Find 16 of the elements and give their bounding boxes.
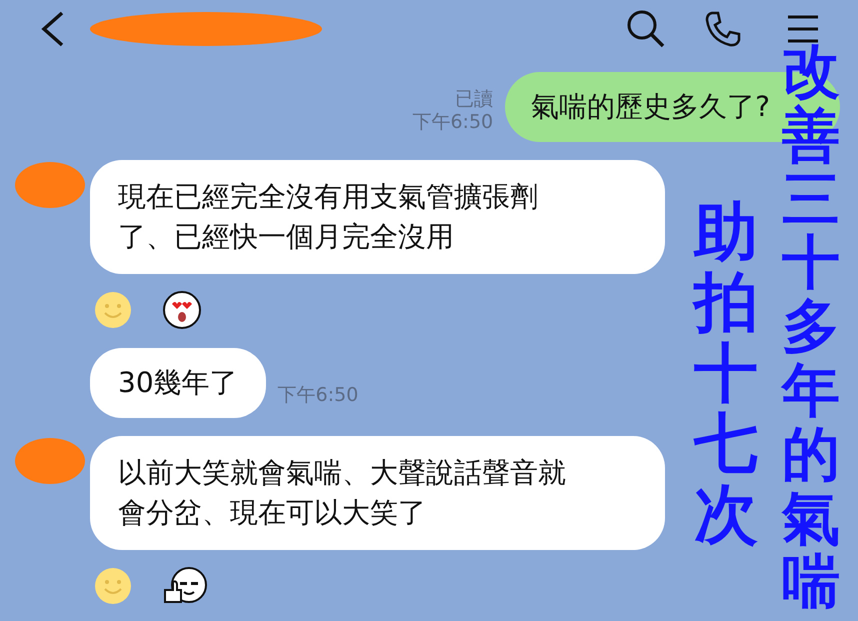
- phone-icon[interactable]: [704, 10, 742, 48]
- message-text: 30幾年了: [118, 365, 238, 401]
- message-text: 了、已經快一個月完全沒用: [118, 219, 454, 255]
- search-icon[interactable]: [626, 9, 666, 49]
- message-time: 下午6:50: [278, 384, 358, 406]
- overlay-caption: 助拍十七次: [694, 198, 758, 550]
- thumbs-up-face-icon: [162, 566, 208, 606]
- overlay-caption: 改善三十多年的氣喘: [782, 40, 840, 614]
- heart-eyes-face-icon: [162, 290, 202, 330]
- message-text: 會分岔、現在可以大笑了: [118, 495, 426, 531]
- menu-icon[interactable]: [788, 14, 818, 44]
- read-receipt: 已讀: [455, 90, 494, 109]
- back-icon[interactable]: [40, 11, 66, 47]
- message-time: 下午6:50: [412, 113, 494, 132]
- message-text: 以前大笑就會氣喘、大聲說話聲音就: [118, 455, 566, 491]
- message-text: 現在已經完全沒有用支氣管擴張劑: [118, 179, 538, 215]
